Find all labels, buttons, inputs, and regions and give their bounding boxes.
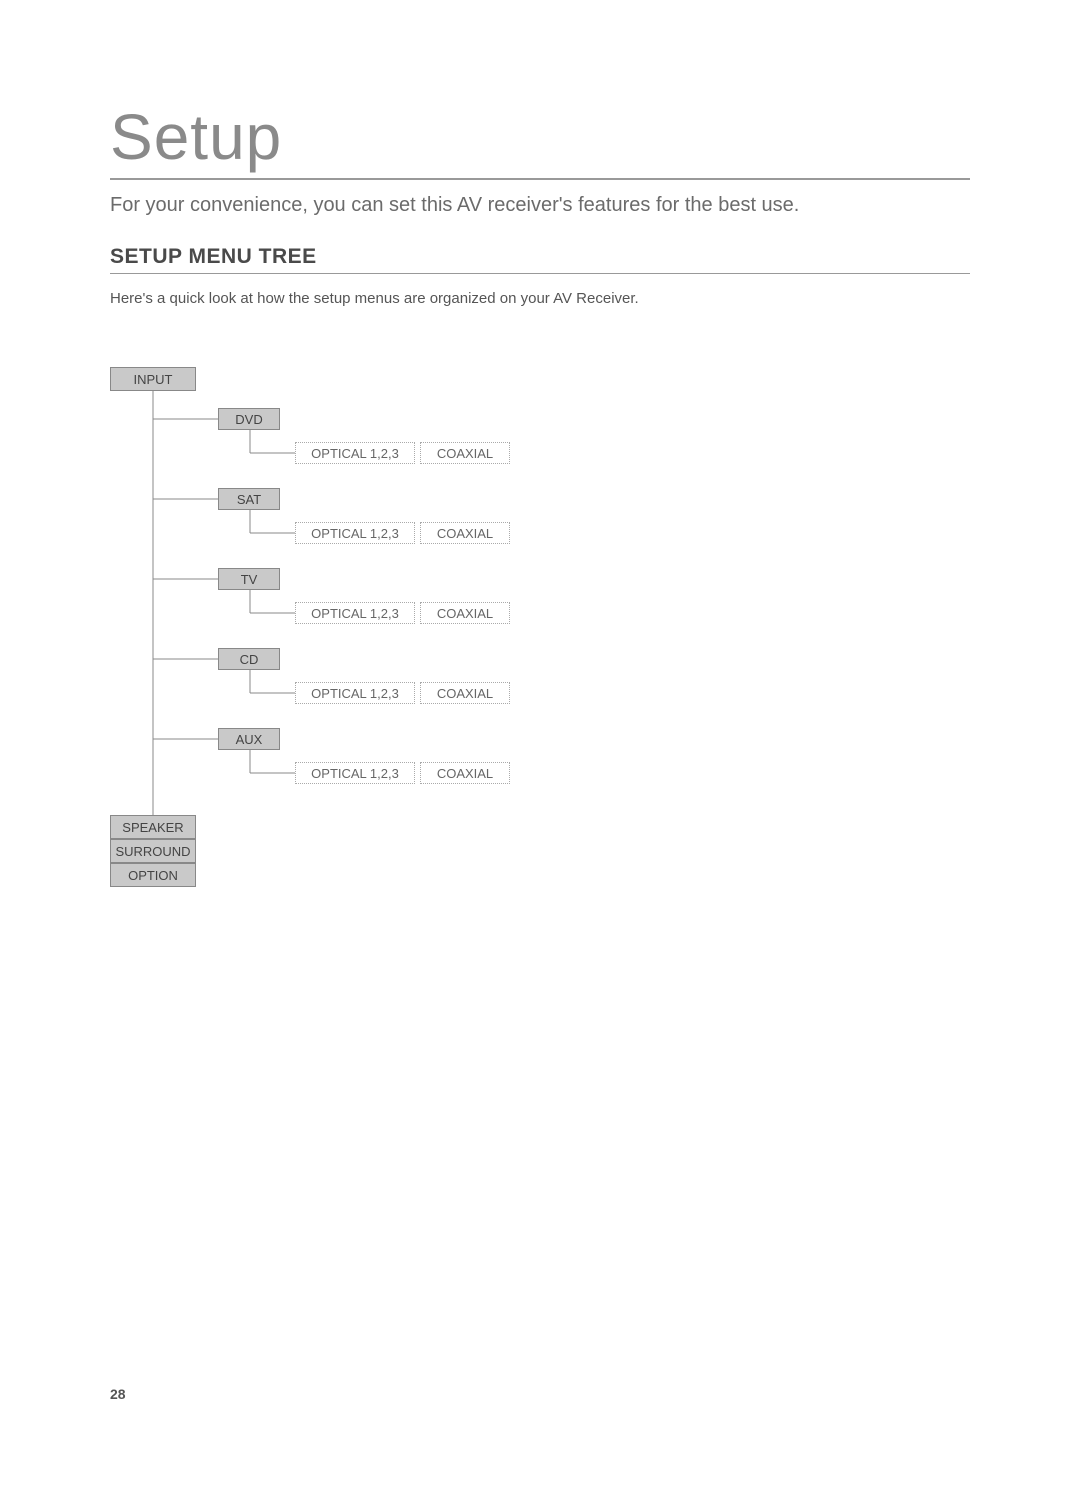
tree-node-input: INPUT [110,367,196,391]
section-description: Here's a quick look at how the setup men… [110,290,970,307]
tree-node-optical-aux: OPTICAL 1,2,3 [295,762,415,784]
intro-text: For your convenience, you can set this A… [110,194,970,217]
tree-node-sat: SAT [218,488,280,510]
tree-node-dvd: DVD [218,408,280,430]
tree-node-coaxial-sat: COAXIAL [420,522,510,544]
tree-node-coaxial-cd: COAXIAL [420,682,510,704]
tree-node-surround: SURROUND [110,839,196,863]
section-heading: SETUP MENU TREE [110,245,970,274]
tree-node-aux: AUX [218,728,280,750]
menu-tree: INPUT DVD OPTICAL 1,2,3 COAXIAL SAT OPTI… [110,367,610,927]
tree-node-cd: CD [218,648,280,670]
tree-node-coaxial-tv: COAXIAL [420,602,510,624]
tree-node-optical-tv: OPTICAL 1,2,3 [295,602,415,624]
page-title: Setup [110,100,970,180]
tree-node-optical-dvd: OPTICAL 1,2,3 [295,442,415,464]
tree-node-coaxial-aux: COAXIAL [420,762,510,784]
tree-node-optical-cd: OPTICAL 1,2,3 [295,682,415,704]
tree-node-speaker: SPEAKER [110,815,196,839]
page-number: 28 [110,1386,126,1402]
tree-node-option: OPTION [110,863,196,887]
tree-node-optical-sat: OPTICAL 1,2,3 [295,522,415,544]
tree-node-coaxial-dvd: COAXIAL [420,442,510,464]
tree-node-tv: TV [218,568,280,590]
